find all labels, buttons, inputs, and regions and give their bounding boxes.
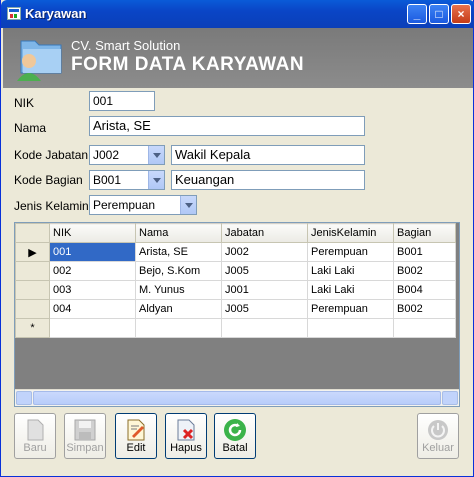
table-cell[interactable]: 003 xyxy=(49,280,136,300)
table-cell[interactable]: J005 xyxy=(221,299,308,319)
floppy-disk-icon xyxy=(74,419,96,441)
edit-document-icon xyxy=(127,419,145,441)
window-title: Karyawan xyxy=(25,6,87,21)
table-cell[interactable]: 002 xyxy=(49,261,136,281)
baru-button[interactable]: Baru xyxy=(14,413,56,459)
new-table-row[interactable]: * xyxy=(15,318,456,338)
row-header[interactable] xyxy=(15,299,50,319)
edit-button[interactable]: Edit xyxy=(115,413,157,459)
current-row-marker[interactable]: ▶ xyxy=(15,242,50,262)
jenis-kelamin-label: Jenis Kelamin xyxy=(14,199,89,213)
column-header-jeniskelamin[interactable]: JenisKelamin xyxy=(307,223,394,243)
table-cell[interactable]: B002 xyxy=(393,261,456,281)
page-title: FORM DATA KARYAWAN xyxy=(71,54,305,75)
batal-button[interactable]: Batal xyxy=(214,413,256,459)
edit-label: Edit xyxy=(126,442,146,454)
table-cell[interactable]: Bejo, S.Kom xyxy=(135,261,222,281)
close-button[interactable]: × xyxy=(451,4,471,24)
row-header-corner[interactable] xyxy=(15,223,50,243)
simpan-label: Simpan xyxy=(66,442,104,454)
table-cell[interactable]: J001 xyxy=(221,280,308,300)
chevron-down-icon[interactable] xyxy=(148,171,164,189)
hapus-button[interactable]: Hapus xyxy=(165,413,207,459)
table-cell[interactable] xyxy=(135,318,222,338)
jabatan-name-field[interactable]: Wakil Kepala xyxy=(171,145,365,165)
table-cell[interactable]: Perempuan xyxy=(307,299,394,319)
data-grid[interactable]: NIK Nama Jabatan JenisKelamin Bagian ▶ 0… xyxy=(14,222,460,407)
table-cell[interactable]: Aldyan xyxy=(135,299,222,319)
grid-header-row: NIK Nama Jabatan JenisKelamin Bagian xyxy=(15,223,456,243)
table-cell[interactable]: M. Yunus xyxy=(135,280,222,300)
table-cell[interactable]: 001 xyxy=(49,242,136,262)
kode-bagian-label: Kode Bagian xyxy=(14,173,83,187)
table-cell[interactable]: Laki Laki xyxy=(307,261,394,281)
jenis-kelamin-value: Perempuan xyxy=(93,198,156,212)
simpan-button[interactable]: Simpan xyxy=(64,413,106,459)
table-row[interactable]: 002 Bejo, S.Kom J005 Laki Laki B002 xyxy=(15,261,456,281)
table-cell[interactable]: Laki Laki xyxy=(307,280,394,300)
nama-label: Nama xyxy=(14,121,47,135)
table-cell[interactable]: J002 xyxy=(221,242,308,262)
maximize-button[interactable]: □ xyxy=(429,4,449,24)
table-row[interactable]: ▶ 001 Arista, SE J002 Perempuan B001 xyxy=(15,242,456,262)
kode-bagian-value: B001 xyxy=(93,173,122,187)
column-header-jabatan[interactable]: Jabatan xyxy=(221,223,308,243)
scroll-right-icon[interactable] xyxy=(442,391,458,405)
column-header-nama[interactable]: Nama xyxy=(135,223,222,243)
refresh-icon xyxy=(224,419,246,441)
bagian-name-field[interactable]: Keuangan xyxy=(171,170,365,190)
nik-label: NIK xyxy=(14,96,35,110)
table-row[interactable]: 004 Aldyan J005 Perempuan B002 xyxy=(15,299,456,319)
table-cell[interactable] xyxy=(307,318,394,338)
column-header-bagian[interactable]: Bagian xyxy=(393,223,456,243)
keluar-label: Keluar xyxy=(422,442,454,454)
jenis-kelamin-select[interactable]: Perempuan xyxy=(89,195,197,215)
row-header[interactable] xyxy=(15,261,50,281)
form-header: CV. Smart Solution FORM DATA KARYAWAN xyxy=(3,28,473,88)
batal-label: Batal xyxy=(222,442,248,454)
new-document-icon xyxy=(27,419,44,441)
nik-field[interactable]: 001 xyxy=(89,91,155,111)
delete-document-icon xyxy=(177,419,195,441)
window: Karyawan _ □ × CV. Smart Solution FORM D… xyxy=(0,0,474,477)
nama-field[interactable]: Arista, SE xyxy=(89,116,365,136)
table-cell[interactable] xyxy=(49,318,136,338)
hapus-label: Hapus xyxy=(170,442,202,454)
column-header-nik[interactable]: NIK xyxy=(49,223,136,243)
kode-jabatan-label: Kode Jabatan xyxy=(14,148,89,162)
new-row-marker[interactable]: * xyxy=(15,318,50,338)
table-cell[interactable] xyxy=(221,318,308,338)
scroll-left-icon[interactable] xyxy=(16,391,32,405)
row-header[interactable] xyxy=(15,280,50,300)
app-icon xyxy=(7,7,21,20)
minimize-button[interactable]: _ xyxy=(407,4,427,24)
baru-label: Baru xyxy=(23,442,47,454)
scrollbar-thumb[interactable] xyxy=(33,391,441,405)
folder-user-icon xyxy=(17,40,62,81)
table-row[interactable]: 003 M. Yunus J001 Laki Laki B004 xyxy=(15,280,456,300)
company-name: CV. Smart Solution xyxy=(71,38,181,53)
table-cell[interactable]: Arista, SE xyxy=(135,242,222,262)
title-bar[interactable]: Karyawan _ □ × xyxy=(1,0,474,28)
kode-bagian-select[interactable]: B001 xyxy=(89,170,165,190)
keluar-button[interactable]: Keluar xyxy=(417,413,459,459)
chevron-down-icon[interactable] xyxy=(180,196,196,214)
table-cell[interactable]: J005 xyxy=(221,261,308,281)
power-icon xyxy=(428,420,448,440)
table-cell[interactable]: Perempuan xyxy=(307,242,394,262)
table-cell[interactable]: B004 xyxy=(393,280,456,300)
kode-jabatan-value: J002 xyxy=(93,148,120,162)
kode-jabatan-select[interactable]: J002 xyxy=(89,145,165,165)
table-cell[interactable]: B002 xyxy=(393,299,456,319)
horizontal-scrollbar[interactable] xyxy=(15,389,459,406)
table-cell[interactable]: 004 xyxy=(49,299,136,319)
chevron-down-icon[interactable] xyxy=(148,146,164,164)
table-cell[interactable] xyxy=(393,318,456,338)
table-cell[interactable]: B001 xyxy=(393,242,456,262)
